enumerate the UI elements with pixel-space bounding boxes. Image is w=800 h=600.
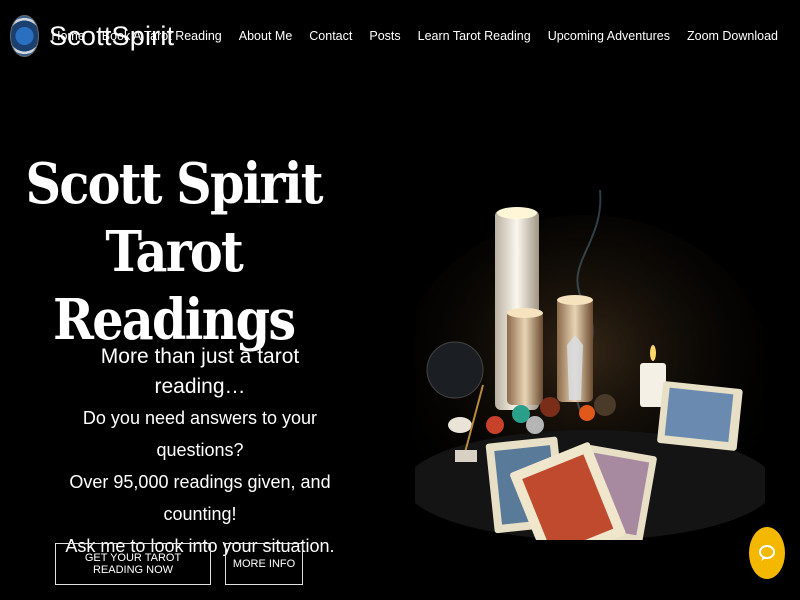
get-reading-button[interactable]: GET YOUR TAROT READING NOW [55, 543, 211, 585]
chat-widget-button[interactable] [749, 527, 785, 579]
hero-title-line1: Scott Spirit Tarot [25, 151, 324, 285]
hero-tagline-line1: More than just a tarot reading… [100, 345, 300, 398]
hero-tagline: More than just a tarot reading… Do you n… [56, 342, 344, 562]
nav-item-zoom-download[interactable]: Zoom Download [687, 29, 778, 43]
nav-item-book-reading[interactable]: Book A Tarot Reading [102, 29, 222, 43]
nav-item-posts[interactable]: Posts [369, 29, 400, 43]
hero-tagline-line3: Over 95,000 readings given, and counting… [69, 472, 331, 524]
more-info-button[interactable]: MORE INFO [225, 543, 303, 585]
chat-bubble-icon [759, 545, 775, 561]
nav-item-upcoming-adventures[interactable]: Upcoming Adventures [548, 29, 670, 43]
logo-badge-icon [10, 15, 39, 57]
nav-item-home[interactable]: Home [51, 29, 84, 43]
nav-item-learn-tarot[interactable]: Learn Tarot Reading [418, 29, 531, 43]
hero-image [415, 189, 765, 540]
nav-item-contact[interactable]: Contact [309, 29, 352, 43]
hero-tagline-line2: Do you need answers to your questions? [82, 408, 318, 460]
main-nav: Home Book A Tarot Reading About Me Conta… [51, 29, 778, 43]
hero-title: Scott Spirit Tarot Readings [10, 150, 337, 354]
nav-item-about-me[interactable]: About Me [239, 29, 293, 43]
